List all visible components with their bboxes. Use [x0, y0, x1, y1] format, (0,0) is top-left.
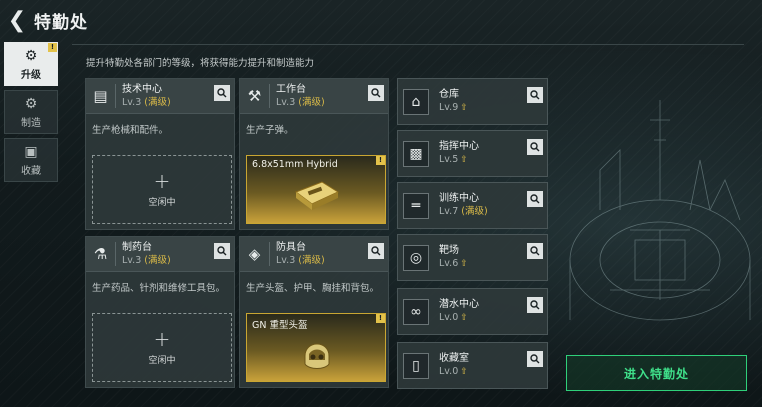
header-bar: ❮ 特勤处 [0, 0, 762, 40]
facility-level: Lv.9 ⇧ [439, 101, 468, 113]
intro-text: 提升特勤处各部门的等级，将获得能力提升和制造能力 [86, 58, 315, 69]
dept-card-pharmacy: ⚗ 制药台 Lv.3 (满级) 生产药品、针剂和维修工具包。 + 空闲中 [85, 236, 235, 388]
facility-collection-room[interactable]: ▯ 收藏室 Lv.0 ⇧ [397, 342, 548, 389]
warehouse-icon: ⌂ [403, 88, 429, 115]
tools-icon: ⚒ [246, 84, 270, 108]
facility-level: Lv.7 (满级) [439, 205, 488, 217]
search-icon[interactable] [527, 87, 543, 103]
monitor-icon: ▤ [92, 84, 116, 108]
dept-name: 技术中心 [122, 83, 162, 95]
upgrade-icon: ⚙ [24, 47, 38, 64]
production-slot-item[interactable]: GN 重型头盔 ! [246, 313, 386, 382]
facility-name: 指挥中心 [439, 140, 479, 152]
search-icon[interactable] [527, 351, 543, 367]
facility-level: Lv.6 ⇧ [439, 257, 468, 269]
dept-card-armor-bench: ◈ 防具台 Lv.3 (满级) 生产头盔、护甲、胸挂和背包。 GN 重型头盔 ! [239, 236, 389, 388]
facility-level: Lv.0 ⇧ [439, 311, 468, 323]
side-nav: ! ⚙ 升级 ⚙ 制造 ▣ 收藏 [4, 42, 60, 186]
diving-goggles-icon: ∞ [403, 298, 429, 325]
search-icon[interactable] [527, 191, 543, 207]
divider [72, 44, 744, 45]
item-name: GN 重型头盔 [252, 320, 308, 331]
facility-command-center[interactable]: ▩ 指挥中心 Lv.5 ⇧ [397, 130, 548, 177]
slot-label: 空闲中 [148, 356, 176, 366]
collection-icon: ▣ [24, 143, 38, 160]
tab-label: 收藏 [21, 165, 41, 177]
dept-level: Lv.3 (满级) [122, 96, 171, 108]
facility-name: 训练中心 [439, 192, 479, 204]
base-blueprint-art [569, 100, 751, 321]
ammo-box-icon [294, 181, 340, 210]
search-icon[interactable] [527, 297, 543, 313]
search-icon[interactable] [214, 243, 230, 259]
tab-craft[interactable]: ⚙ 制造 [4, 90, 58, 134]
production-slot-empty[interactable]: + 空闲中 [92, 155, 232, 224]
card-header: ▤ 技术中心 Lv.3 (满级) [86, 79, 234, 114]
dept-name: 制药台 [122, 241, 152, 253]
enter-special-ops-button[interactable]: 进入特勤处 [566, 355, 747, 391]
item-name: 6.8x51mm Hybrid [252, 159, 338, 170]
upgrade-arrow-icon: ⇧ [460, 366, 468, 377]
facility-shooting-range[interactable]: ◎ 靶场 Lv.6 ⇧ [397, 234, 548, 281]
tab-collection[interactable]: ▣ 收藏 [4, 138, 58, 182]
facility-level: Lv.5 ⇧ [439, 153, 468, 165]
target-icon: ◎ [403, 244, 429, 271]
facility-diving-center[interactable]: ∞ 潜水中心 Lv.0 ⇧ [397, 288, 548, 335]
alert-badge: ! [376, 314, 385, 323]
helmet-icon [304, 343, 330, 369]
display-case-icon: ▯ [403, 352, 429, 379]
search-icon[interactable] [368, 85, 384, 101]
back-arrow-icon[interactable]: ❮ [0, 0, 34, 40]
dept-desc: 生产枪械和配件。 [92, 125, 169, 136]
upgrade-arrow-icon: ⇧ [460, 154, 468, 165]
card-header: ⚗ 制药台 Lv.3 (满级) [86, 237, 234, 272]
command-center-icon: ▩ [403, 140, 429, 167]
facility-name: 收藏室 [439, 352, 469, 364]
facility-name: 靶场 [439, 244, 459, 256]
upgrade-arrow-icon: ⇧ [460, 312, 468, 323]
dept-name: 工作台 [276, 83, 306, 95]
card-header: ◈ 防具台 Lv.3 (满级) [240, 237, 388, 272]
dept-level: Lv.3 (满级) [276, 254, 325, 266]
facility-name: 仓库 [439, 88, 459, 100]
alert-badge: ! [48, 43, 57, 52]
facility-warehouse[interactable]: ⌂ 仓库 Lv.9 ⇧ [397, 78, 548, 125]
tab-upgrade[interactable]: ! ⚙ 升级 [4, 42, 58, 86]
search-icon[interactable] [214, 85, 230, 101]
plus-icon: + [153, 327, 171, 351]
production-slot-empty[interactable]: + 空闲中 [92, 313, 232, 382]
dept-level: Lv.3 (满级) [122, 254, 171, 266]
page-title: 特勤处 [34, 12, 88, 33]
gear-icon: ⚙ [24, 95, 38, 112]
dept-desc: 生产药品、针剂和维修工具包。 [92, 283, 226, 294]
facility-training-center[interactable]: ═ 训练中心 Lv.7 (满级) [397, 182, 548, 229]
dept-name: 防具台 [276, 241, 306, 253]
facility-name: 潜水中心 [439, 298, 479, 310]
dept-card-tech-center: ▤ 技术中心 Lv.3 (满级) 生产枪械和配件。 + 空闲中 [85, 78, 235, 230]
tab-label: 升级 [21, 69, 41, 81]
plus-icon: + [153, 169, 171, 193]
facility-level: Lv.0 ⇧ [439, 365, 468, 377]
microscope-icon: ⚗ [92, 242, 116, 266]
dept-card-workbench: ⚒ 工作台 Lv.3 (满级) 生产子弹。 6.8x51mm Hybrid ! [239, 78, 389, 230]
upgrade-arrow-icon: ⇧ [460, 102, 468, 113]
card-header: ⚒ 工作台 Lv.3 (满级) [240, 79, 388, 114]
search-icon[interactable] [527, 139, 543, 155]
upgrade-arrow-icon: ⇧ [460, 258, 468, 269]
slot-label: 空闲中 [148, 198, 176, 208]
production-slot-item[interactable]: 6.8x51mm Hybrid ! [246, 155, 386, 224]
tab-label: 制造 [21, 117, 41, 129]
dept-desc: 生产头盔、护甲、胸挂和背包。 [246, 283, 380, 294]
dumbbell-icon: ═ [403, 192, 429, 219]
armor-icon: ◈ [246, 242, 270, 266]
alert-badge: ! [376, 156, 385, 165]
dept-desc: 生产子弹。 [246, 125, 294, 136]
dept-level: Lv.3 (满级) [276, 96, 325, 108]
search-icon[interactable] [527, 243, 543, 259]
search-icon[interactable] [368, 243, 384, 259]
